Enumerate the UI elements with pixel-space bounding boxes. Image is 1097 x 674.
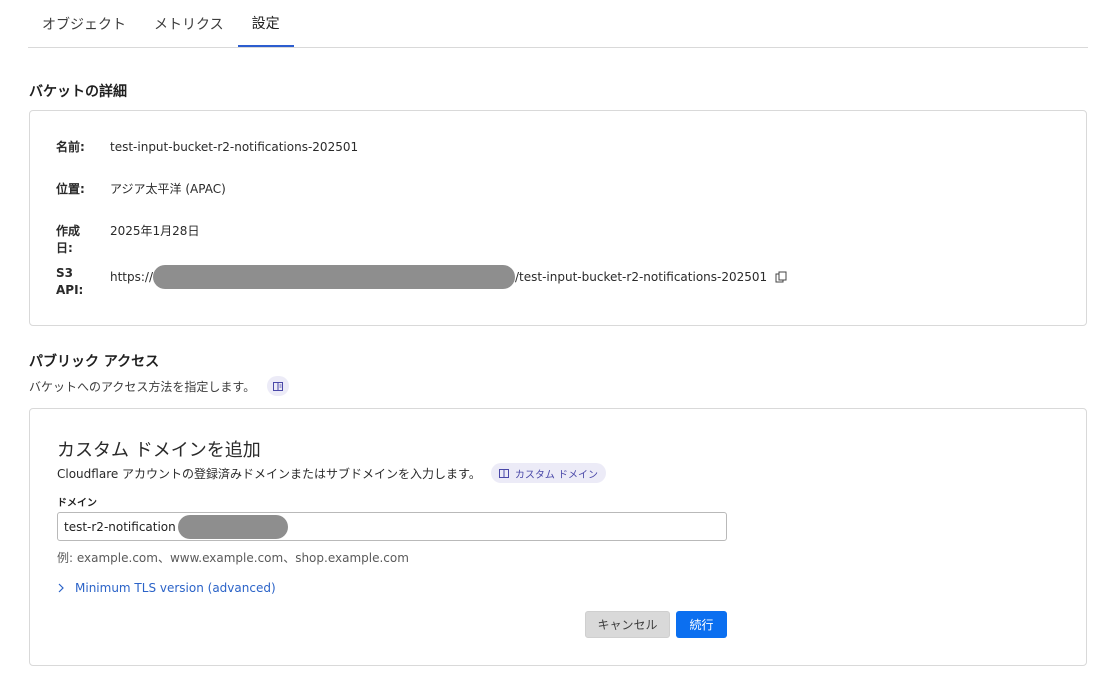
bucket-details-title: バケットの詳細 [29,84,127,100]
name-label: 名前: [56,140,85,154]
chevron-right-icon [58,583,64,593]
domain-input[interactable]: test-r2-notification [57,512,727,541]
advanced-tls-toggle[interactable]: Minimum TLS version (advanced) [57,581,276,595]
tab-metrics[interactable]: メトリクス [140,0,238,47]
public-access-subtitle-row: バケットへのアクセス方法を指定します。 [29,376,290,396]
redacted-block [177,514,288,539]
book-icon[interactable] [267,376,290,396]
s3-api-suffix: /test-input-bucket-r2-notifications-2025… [515,269,768,284]
s3-api-value: https:// /test-input-bucket-r2-notificat… [110,265,787,289]
tab-bar: オブジェクト メトリクス 設定 [28,0,1088,48]
domain-input-value: test-r2-notification [64,519,176,534]
book-icon [498,468,509,478]
tab-settings[interactable]: 設定 [237,0,294,47]
created-label: 作成日: [56,224,81,255]
custom-domain-description: Cloudflare アカウントの登録済みドメインまたはサブドメインを入力します… [57,466,481,481]
redacted-block [153,265,516,289]
custom-domain-link-label: カスタム ドメイン [514,469,599,481]
s3-api-prefix: https:// [110,269,154,284]
advanced-tls-label: Minimum TLS version (advanced) [75,581,276,595]
custom-domain-description-row: Cloudflare アカウントの登録済みドメインまたはサブドメインを入力します… [57,463,607,483]
s3-api-label: S3 API: [56,266,84,297]
copy-icon[interactable] [775,271,787,283]
location-value: アジア太平洋 (APAC) [110,182,226,196]
domain-field-label: ドメイン [57,498,97,509]
created-value: 2025年1月28日 [110,224,200,238]
custom-domain-card: カスタム ドメインを追加 Cloudflare アカウントの登録済みドメインまた… [29,408,1087,666]
domain-hint: 例: example.com、www.example.com、shop.exam… [57,551,409,565]
continue-button[interactable]: 続行 [676,611,727,638]
tab-objects[interactable]: オブジェクト [28,0,140,47]
cancel-button[interactable]: キャンセル [585,611,670,638]
custom-domain-doc-link[interactable]: カスタム ドメイン [490,463,607,483]
bucket-details-card: 名前: test-input-bucket-r2-notifications-2… [29,110,1087,326]
public-access-title: パブリック アクセス [29,354,160,370]
name-value: test-input-bucket-r2-notifications-20250… [110,140,359,154]
public-access-subtitle: バケットへのアクセス方法を指定します。 [29,379,256,394]
custom-domain-title: カスタム ドメインを追加 [57,440,261,461]
location-label: 位置: [56,182,85,196]
